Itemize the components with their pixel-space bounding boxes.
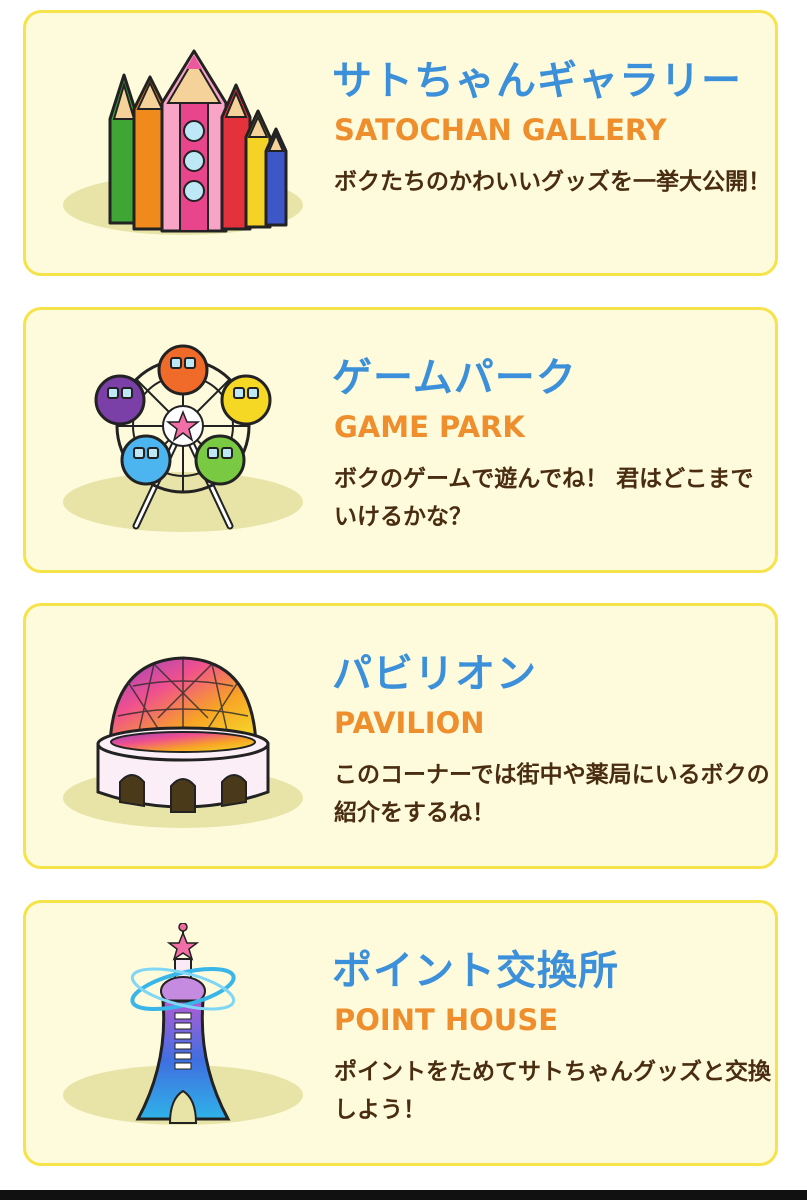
menu-card-game-park[interactable]: ゲームパーク GAME PARK ボクのゲームで遊んでね！ 君はどこまでいけるか… [23,307,778,573]
menu-card-gallery[interactable]: サトちゃんギャラリー SATOCHAN GALLERY ボクたちのかわいいグッズ… [23,10,778,276]
dome-pavilion-icon [58,626,308,831]
pavilion-description: このコーナーでは街中や薬局にいるボクの紹介をするね！ [334,762,770,826]
menu-card-point-house[interactable]: ポイント交換所 POINT HOUSE ポイントをためてサトちゃんグッズと交換し… [23,900,778,1166]
tower-icon [58,923,308,1128]
game-park-subtitle: GAME PARK [334,410,525,444]
point-house-subtitle: POINT HOUSE [334,1003,559,1037]
pencils-icon [58,33,308,238]
gallery-subtitle: SATOCHAN GALLERY [334,113,667,147]
game-park-description: ボクのゲームで遊んでね！ 君はどこまでいけるかな？ [334,466,754,530]
game-park-title: ゲームパーク [332,355,577,401]
pavilion-subtitle: PAVILION [334,706,485,740]
ferris-wheel-icon [58,330,308,535]
menu-card-pavilion[interactable]: パビリオン PAVILION このコーナーでは街中や薬局にいるボクの紹介をするね… [23,603,778,869]
bottom-edge-bar [0,1190,807,1200]
gallery-title: サトちゃんギャラリー [332,58,742,104]
pavilion-title: パビリオン [332,651,537,697]
point-house-description: ポイントをためてサトちゃんグッズと交換しよう！ [334,1059,771,1123]
point-house-title: ポイント交換所 [332,948,619,994]
gallery-description: ボクたちのかわいいグッズを一挙大公開！ [334,169,771,195]
